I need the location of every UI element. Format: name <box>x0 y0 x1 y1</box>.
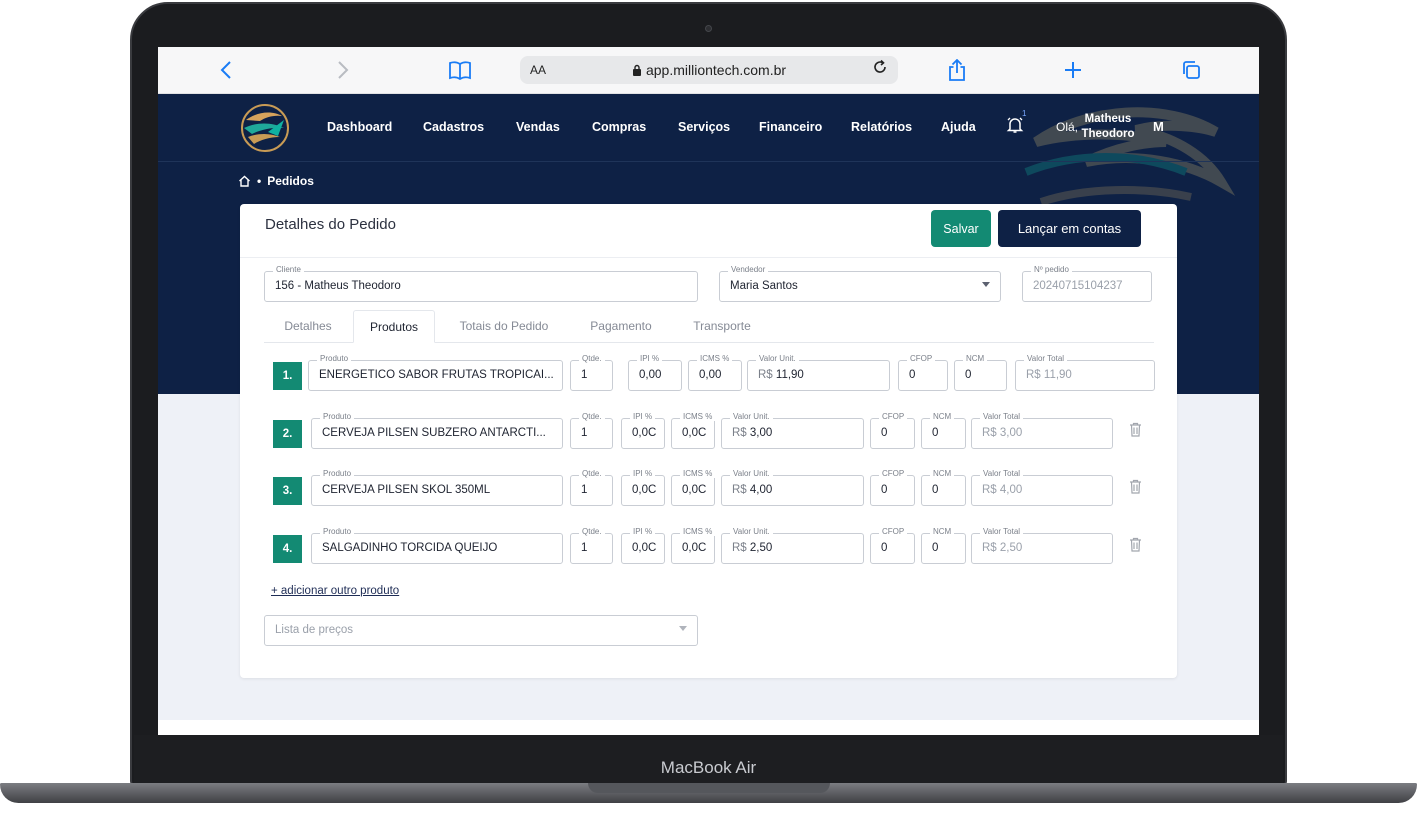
icms-field[interactable]: ICMS % 0,0C <box>671 469 716 506</box>
bell-icon[interactable] <box>1006 116 1024 139</box>
header-divider <box>158 161 1259 162</box>
camera <box>705 25 712 32</box>
trash-icon[interactable] <box>1129 422 1142 441</box>
bookmarks-icon[interactable] <box>447 58 473 82</box>
ncm-field[interactable]: NCM 0 <box>921 527 966 564</box>
unit-price-field[interactable]: Valor Unit. R$ 2,50 <box>721 527 864 564</box>
lock-icon <box>632 64 641 76</box>
page-footer-strip <box>158 720 1259 735</box>
back-icon[interactable] <box>213 58 239 82</box>
item-number: 4. <box>273 535 302 563</box>
home-icon[interactable] <box>238 175 251 187</box>
quantity-field[interactable]: Qtde. 1 <box>570 412 613 449</box>
browser-toolbar: AA app.milliontech.com.br <box>158 47 1259 94</box>
unit-price-field[interactable]: Valor Unit. R$ 11,90 <box>747 354 890 391</box>
cfop-field[interactable]: CFOP 0 <box>870 412 915 449</box>
url-text: app.milliontech.com.br <box>645 62 787 78</box>
product-field[interactable]: Produto SALGADINHO TORCIDA QUEIJO <box>311 527 563 564</box>
cfop-field[interactable]: CFOP 0 <box>870 527 915 564</box>
avatar[interactable]: M <box>1153 119 1164 134</box>
order-number-field: Nº pedido 20240715104237 <box>1022 265 1152 302</box>
nav-dashboard[interactable]: Dashboard <box>327 120 392 134</box>
address-bar[interactable]: AA app.milliontech.com.br <box>520 56 898 84</box>
total-field: Valor Total R$ 4,00 <box>971 469 1113 506</box>
nav-compras[interactable]: Compras <box>592 120 646 134</box>
order-card: Detalhes do Pedido Salvar Lançar em cont… <box>240 204 1177 678</box>
total-field: Valor Total R$ 3,00 <box>971 412 1113 449</box>
total-field: Valor Total R$ 2,50 <box>971 527 1113 564</box>
breadcrumb-current: Pedidos <box>267 174 314 188</box>
nav-ajuda[interactable]: Ajuda <box>941 120 976 134</box>
icms-field[interactable]: ICMS % 0,0C <box>671 527 716 564</box>
forward-icon[interactable] <box>330 58 356 82</box>
company-logo <box>241 104 289 152</box>
tabs-icon[interactable] <box>1178 58 1204 82</box>
nav-relatorios[interactable]: Relatórios <box>851 120 912 134</box>
price-list-select[interactable]: Lista de preços <box>264 615 698 646</box>
tab-produtos[interactable]: Produtos <box>353 310 435 343</box>
card-header-divider <box>240 257 1177 258</box>
tab-totais[interactable]: Totais do Pedido <box>448 310 560 343</box>
screen: AA app.milliontech.com.br Dashboard Cada… <box>158 47 1259 735</box>
nav-financeiro[interactable]: Financeiro <box>759 120 822 134</box>
ncm-field[interactable]: NCM 0 <box>921 469 966 506</box>
user-name[interactable]: Matheus Theodoro <box>1078 112 1138 142</box>
seller-select[interactable]: Vendedor Maria Santos <box>719 265 1001 302</box>
quantity-field[interactable]: Qtde. 1 <box>570 527 613 564</box>
ipi-field[interactable]: IPI % 0,0C <box>621 527 665 564</box>
add-product-link[interactable]: + adicionar outro produto <box>271 585 399 597</box>
laptop-notch <box>588 783 830 793</box>
icms-field[interactable]: ICMS % 0,00 <box>688 354 742 391</box>
unit-price-field[interactable]: Valor Unit. R$ 3,00 <box>721 412 864 449</box>
user-first-name: Matheus <box>1084 113 1132 125</box>
trash-icon[interactable] <box>1129 479 1142 498</box>
cfop-field[interactable]: CFOP 0 <box>870 469 915 506</box>
product-field[interactable]: Produto CERVEJA PILSEN SUBZERO ANTARCTI.… <box>311 412 563 449</box>
icms-field[interactable]: ICMS % 0,0C <box>671 412 716 449</box>
greeting: Olá, <box>1056 120 1079 134</box>
item-number: 2. <box>273 420 302 448</box>
chevron-down-icon <box>679 626 687 631</box>
page-title: Detalhes do Pedido <box>265 216 396 233</box>
unit-price-field[interactable]: Valor Unit. R$ 4,00 <box>721 469 864 506</box>
nav-servicos[interactable]: Serviços <box>678 120 730 134</box>
ipi-field[interactable]: IPI % 0,0C <box>621 469 665 506</box>
cfop-field[interactable]: CFOP 0 <box>898 354 948 391</box>
item-number: 3. <box>273 477 302 505</box>
user-last-name: Theodoro <box>1081 128 1135 140</box>
breadcrumb: • Pedidos <box>238 174 314 188</box>
item-number: 1. <box>273 362 302 390</box>
tab-detalhes[interactable]: Detalhes <box>274 310 342 343</box>
reload-icon[interactable] <box>872 59 888 80</box>
quantity-field[interactable]: Qtde. 1 <box>570 469 613 506</box>
ncm-field[interactable]: NCM 0 <box>954 354 1007 391</box>
notification-badge: 1 <box>1022 109 1027 118</box>
tab-transporte[interactable]: Transporte <box>680 310 764 343</box>
nav-cadastros[interactable]: Cadastros <box>423 120 484 134</box>
product-field[interactable]: Produto CERVEJA PILSEN SKOL 350ML <box>311 469 563 506</box>
save-button[interactable]: Salvar <box>931 210 991 247</box>
nav-vendas[interactable]: Vendas <box>516 120 560 134</box>
client-field[interactable]: Cliente 156 - Matheus Theodoro <box>264 265 698 302</box>
ipi-field[interactable]: IPI % 0,00 <box>628 354 682 391</box>
laptop-brand: MacBook Air <box>660 758 757 777</box>
product-field[interactable]: Produto ENERGÉTICO SABOR FRUTAS TROPICAI… <box>308 354 563 391</box>
new-tab-icon[interactable] <box>1060 58 1086 82</box>
share-icon[interactable] <box>944 58 970 82</box>
trash-icon[interactable] <box>1129 537 1142 556</box>
quantity-field[interactable]: Qtde. 1 <box>570 354 613 391</box>
ipi-field[interactable]: IPI % 0,0C <box>621 412 665 449</box>
total-field: Valor Total R$ 11,90 <box>1015 354 1155 391</box>
tab-pagamento[interactable]: Pagamento <box>576 310 666 343</box>
launch-accounts-button[interactable]: Lançar em contas <box>998 210 1141 247</box>
ncm-field[interactable]: NCM 0 <box>921 412 966 449</box>
chevron-down-icon <box>982 282 990 287</box>
